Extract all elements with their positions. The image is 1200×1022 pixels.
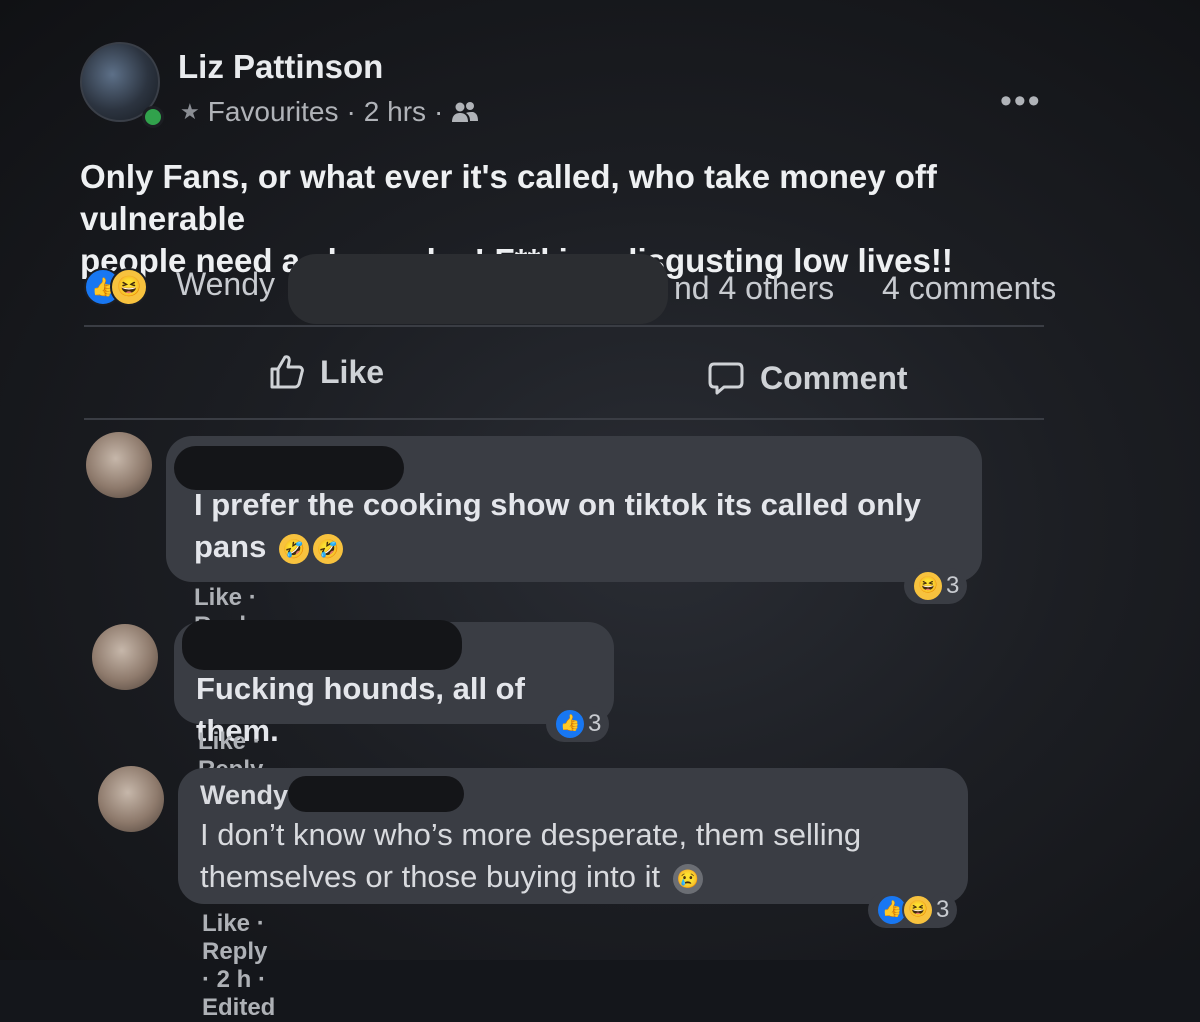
online-status-dot — [142, 106, 164, 128]
comment-label: Comment — [760, 359, 908, 396]
crying-emoji-icon: 😢 — [672, 863, 703, 894]
like-icon: 👍 — [554, 708, 586, 740]
haha-icon: 😆 — [912, 570, 944, 602]
more-options-button[interactable]: ••• — [1000, 82, 1042, 121]
comment-reaction-badge[interactable]: 😆 3 — [904, 568, 968, 604]
comment-text: I don’t know who’s more desperate, them … — [200, 814, 940, 898]
comment-text-line: I prefer the cooking show on tiktok its … — [194, 487, 921, 522]
haha-icon: 😆 — [902, 894, 934, 926]
comment-count-link[interactable]: 4 comments — [882, 270, 1056, 307]
like-button[interactable]: Like — [266, 352, 384, 392]
screen: Liz Pattinson ★ Favourites · 2 hrs · •••… — [0, 0, 1200, 1021]
comment-button[interactable]: Comment — [706, 358, 908, 398]
comment-text-fragment: pans — [194, 529, 267, 564]
comment-text-line: I don’t know who’s more desperate, them … — [200, 817, 862, 852]
commenter-avatar[interactable] — [92, 624, 158, 690]
rofl-emoji-icon: 🤣 — [312, 533, 343, 564]
post-time[interactable]: 2 hrs — [364, 96, 426, 128]
comment-reaction-badge[interactable]: 👍 3 — [546, 706, 610, 742]
friends-icon — [452, 102, 479, 122]
comment-text: I prefer the cooking show on tiktok its … — [194, 484, 954, 568]
redaction-block — [288, 776, 464, 812]
post-author[interactable]: Liz Pattinson — [178, 48, 383, 86]
redaction-block — [288, 254, 668, 324]
comment-text-line: pans 🤣 🤣 — [194, 526, 954, 568]
commenter-avatar[interactable] — [86, 432, 152, 498]
like-label: Like — [320, 353, 385, 390]
rofl-emoji-icon: 🤣 — [278, 533, 309, 564]
post-audience[interactable]: Favourites — [208, 96, 339, 128]
meta-separator-2: · — [434, 96, 444, 127]
reaction-count: 3 — [588, 710, 602, 737]
thumbs-up-icon — [270, 355, 304, 389]
divider — [84, 418, 1044, 420]
reaction-count: 3 — [936, 896, 950, 923]
comment-icon — [708, 362, 744, 395]
redaction-block — [182, 620, 462, 670]
comment-reaction-badge[interactable]: 👍 😆 3 — [868, 892, 958, 928]
star-icon: ★ — [180, 99, 200, 124]
commenter-avatar[interactable] — [98, 766, 164, 832]
reaction-first-name: Wendy — [176, 266, 276, 302]
divider — [84, 325, 1044, 327]
commenter-name[interactable]: Wendy — [200, 780, 288, 811]
haha-reaction-icon: 😆 — [110, 268, 148, 306]
post-meta: ★ Favourites · 2 hrs · — [180, 96, 479, 128]
comment-text-line: themselves or those buying into it 😢 — [200, 856, 940, 898]
reaction-others[interactable]: nd 4 others — [674, 270, 834, 307]
reaction-count: 3 — [946, 572, 960, 599]
reactions-summary[interactable]: 👍 😆 Wendy nd 4 others 4 comments — [84, 254, 1064, 324]
post-text-line: Only Fans, or what ever it's called, who… — [80, 158, 937, 237]
meta-separator: · — [346, 96, 356, 127]
comment-text-fragment: themselves or those buying into it — [200, 859, 661, 894]
comment-actions[interactable]: Like · Reply · 2 h · Edited — [202, 910, 275, 1022]
